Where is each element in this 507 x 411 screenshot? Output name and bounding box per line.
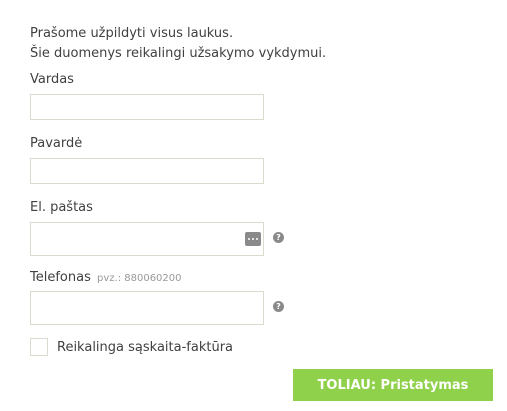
dots-icon[interactable] [245, 232, 261, 246]
invoice-checkbox[interactable] [30, 338, 48, 356]
phone-label: Telefonas pvz.: 880060200 [30, 270, 182, 287]
form-intro: Prašome užpildyti visus laukus. Šie duom… [30, 24, 326, 64]
email-field[interactable] [30, 222, 264, 256]
intro-line-2: Šie duomenys reikalingi užsakymo vykdymu… [30, 46, 327, 61]
invoice-checkbox-label[interactable]: Reikalinga sąskaita-faktūra [57, 340, 233, 356]
next-delivery-button[interactable]: TOLIAU: Pristatymas [293, 369, 493, 401]
last-name-field[interactable] [30, 158, 264, 184]
first-name-field[interactable] [30, 94, 264, 120]
first-name-label: Vardas [30, 72, 74, 87]
email-label: El. paštas [30, 200, 93, 215]
phone-hint: pvz.: 880060200 [97, 273, 182, 284]
phone-label-text: Telefonas [30, 270, 91, 285]
email-help-icon[interactable]: ? [273, 232, 284, 243]
last-name-input[interactable] [31, 159, 263, 183]
email-input[interactable] [31, 223, 263, 255]
phone-help-icon[interactable]: ? [273, 301, 284, 312]
phone-input[interactable] [31, 292, 263, 324]
intro-line-1: Prašome užpildyti visus laukus. [30, 26, 234, 41]
first-name-input[interactable] [31, 95, 263, 119]
last-name-label: Pavardė [30, 136, 83, 151]
phone-field[interactable] [30, 291, 264, 325]
